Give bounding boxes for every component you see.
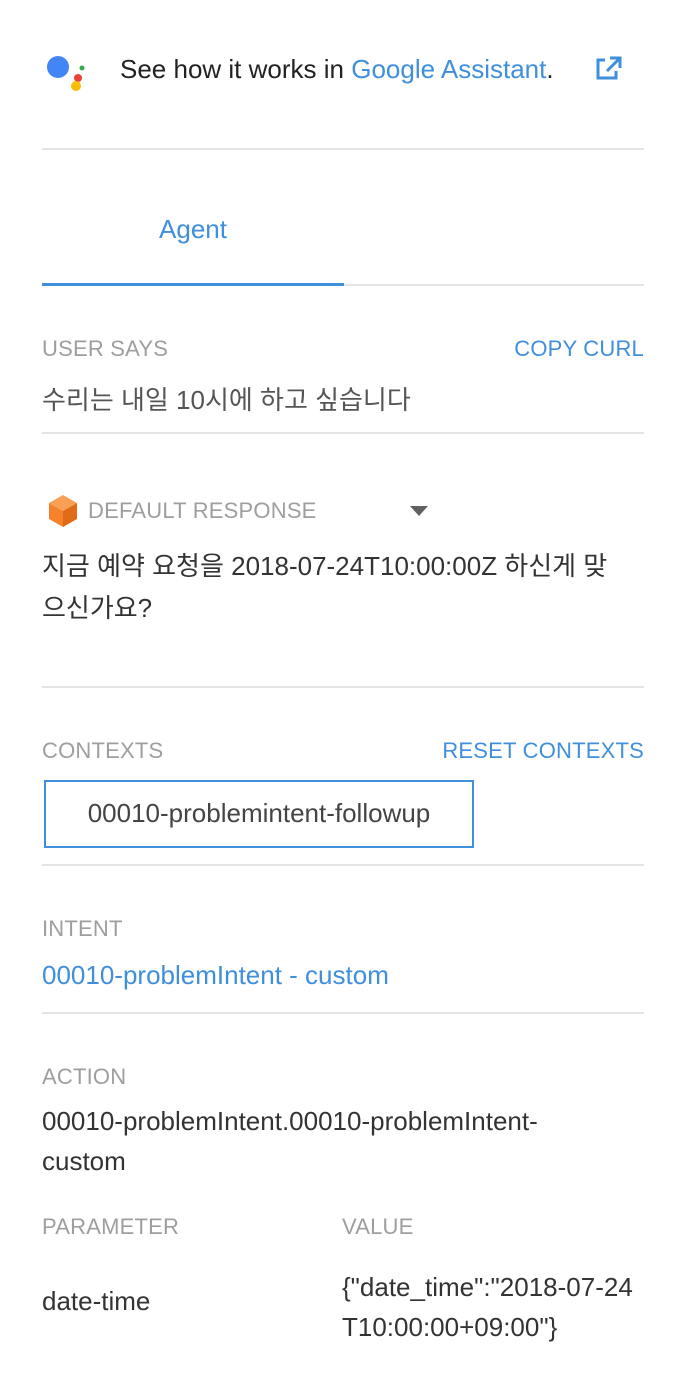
google-assistant-icon [47, 56, 85, 91]
default-response-label: DEFAULT RESPONSE [88, 498, 317, 523]
parameter-value-line-2: T10:00:00+09:00"} [342, 1312, 558, 1342]
user-says-text: 수리는 내일 10시에 하고 싶습니다 [42, 385, 411, 415]
dialogflow-cube-icon [49, 495, 77, 527]
copy-curl-button[interactable]: COPY CURL [514, 336, 644, 362]
divider [42, 1012, 644, 1014]
context-chip-label: 00010-problemintent-followup [87, 798, 431, 828]
parameter-name: date-time [42, 1286, 151, 1316]
action-label: ACTION [42, 1064, 127, 1089]
intent-label: INTENT [42, 916, 123, 941]
assistant-suffix: . [546, 54, 554, 84]
response-text-line-1: 지금 예약 요청을 2018-07-24T10:00:00Z 하신게 맞 [42, 551, 608, 581]
assistant-prefix: See how it works in [120, 54, 352, 84]
user-says-label: USER SAYS [42, 336, 169, 361]
tab-active-indicator [42, 283, 344, 286]
google-assistant-link[interactable]: Google Assistant [351, 54, 546, 84]
external-link-icon[interactable] [594, 56, 622, 82]
assistant-text: See how it works in Google Assistant. [120, 54, 554, 85]
intent-link[interactable]: 00010-problemIntent - custom [42, 960, 389, 991]
caret-down-icon[interactable] [410, 506, 428, 516]
response-text-line-2: 으신가요? [42, 593, 153, 623]
context-chip[interactable]: 00010-problemintent-followup [44, 780, 474, 848]
reset-contexts-button[interactable]: RESET CONTEXTS [442, 738, 644, 764]
parameter-value-line-1: {"date_time":"2018-07-24 [342, 1272, 633, 1302]
divider [42, 864, 644, 866]
divider [42, 686, 644, 688]
parameter-header: PARAMETER [42, 1214, 180, 1239]
action-value-line-2: custom [42, 1146, 126, 1176]
tab-agent[interactable]: Agent [42, 214, 344, 245]
value-header: VALUE [342, 1214, 414, 1239]
divider [42, 432, 644, 434]
action-value-line-1: 00010-problemIntent.00010-problemIntent- [42, 1106, 538, 1136]
contexts-label: CONTEXTS [42, 738, 164, 763]
divider [42, 148, 644, 150]
